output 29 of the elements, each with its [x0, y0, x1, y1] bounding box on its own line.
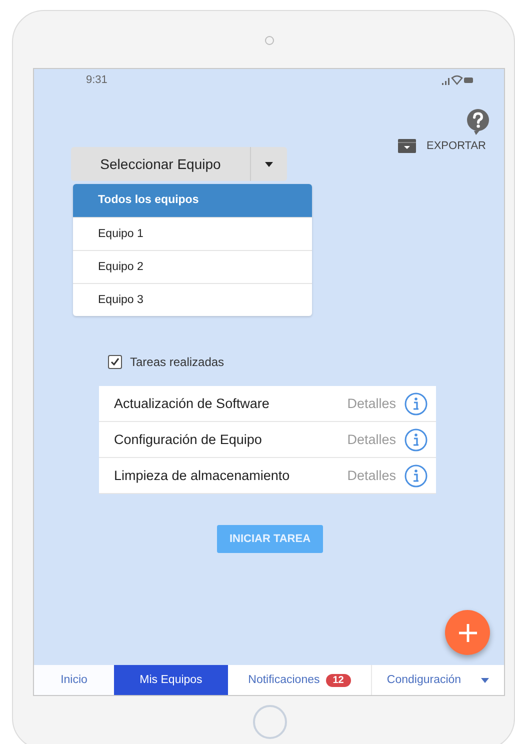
details-link[interactable]: Detalles [347, 396, 396, 411]
export-link[interactable]: EXPORTAR [426, 140, 486, 152]
info-icon[interactable] [404, 428, 428, 452]
details-link[interactable]: Detalles [347, 432, 396, 447]
details-link[interactable]: Detalles [347, 468, 396, 483]
notification-badge: 12 [326, 674, 351, 686]
dropdown-toggle[interactable] [251, 147, 287, 181]
select-team-button[interactable]: Seleccionar Equipo [71, 147, 251, 181]
menu-item[interactable]: Equipo 3 [73, 283, 312, 316]
status-icons [442, 75, 474, 85]
task-name: Configuración de Equipo [114, 432, 263, 447]
nav-tab[interactable]: Inicio [34, 665, 114, 695]
status-time: 9:31 [86, 74, 108, 86]
archive-icon[interactable] [398, 139, 416, 153]
info-icon[interactable] [404, 464, 428, 488]
task-name: Actualización de Software [114, 396, 270, 411]
camera-icon [265, 36, 274, 45]
plus-icon [458, 622, 478, 642]
menu-item[interactable]: Equipo 1 [73, 217, 312, 250]
caret-icon [265, 162, 273, 166]
info-icon[interactable] [404, 392, 428, 416]
task-name: Limpieza de almacenamiento [114, 468, 291, 483]
checkbox-label: Tareas realizadas [130, 355, 224, 369]
menu-item[interactable]: Equipo 2 [73, 250, 312, 283]
menu-item[interactable]: Todos los equipos [73, 184, 312, 217]
help-icon[interactable] [466, 109, 490, 135]
nav-tab[interactable]: Mis Equipos [114, 665, 228, 695]
checkbox[interactable] [108, 355, 122, 369]
add-button[interactable] [445, 610, 490, 655]
